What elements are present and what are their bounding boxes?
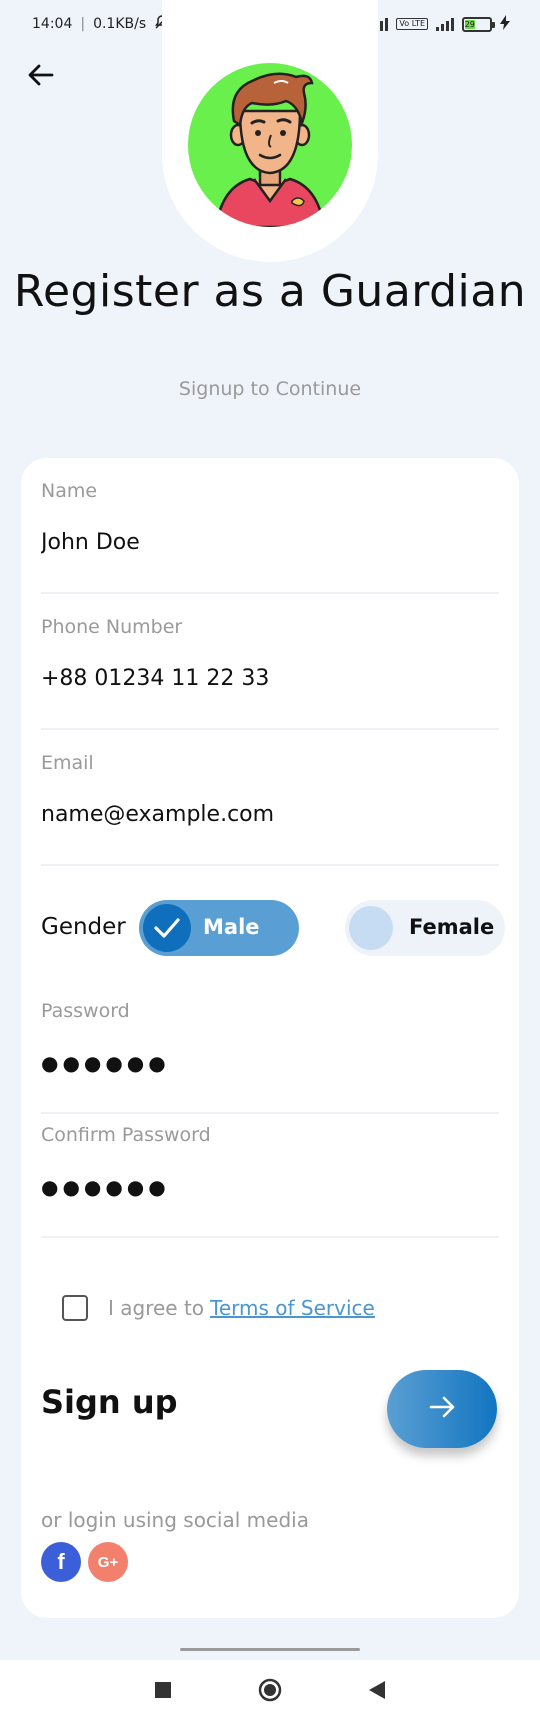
password-input[interactable]: ●●●●●● <box>41 1051 499 1075</box>
gender-male-label: Male <box>203 915 260 939</box>
phone-input[interactable] <box>41 666 499 691</box>
email-label: Email <box>41 752 94 774</box>
arrow-right-icon <box>429 1396 455 1423</box>
email-input[interactable] <box>41 802 499 827</box>
social-login-text: or login using social media <box>41 1508 309 1532</box>
avatar <box>188 63 352 227</box>
email-field[interactable]: Email <box>41 730 499 866</box>
terms-checkbox[interactable] <box>62 1295 88 1321</box>
arrow-left-icon <box>28 64 54 91</box>
password-label: Password <box>41 1000 130 1022</box>
confirm-password-underline <box>41 1236 499 1238</box>
phone-field[interactable]: Phone Number <box>41 594 499 730</box>
back-nav-button[interactable] <box>357 1672 397 1712</box>
home-button[interactable] <box>250 1672 290 1712</box>
facebook-icon: f <box>57 1549 65 1574</box>
gender-option-female[interactable]: Female <box>345 900 505 956</box>
google-plus-icon: G+ <box>97 1553 119 1571</box>
gender-selector: Gender Male Female <box>41 896 505 956</box>
registration-form-card: Name Phone Number Email Gender Male Fema… <box>21 458 519 1618</box>
terms-text: I agree to <box>108 1296 205 1320</box>
signup-title: Sign up <box>41 1383 178 1421</box>
circle-icon <box>258 1678 282 1707</box>
confirm-password-label: Confirm Password <box>41 1124 211 1146</box>
facebook-login-button[interactable]: f <box>41 1542 81 1582</box>
phone-label: Phone Number <box>41 616 183 638</box>
back-button[interactable] <box>24 60 58 94</box>
gesture-handle[interactable] <box>180 1648 360 1651</box>
email-underline <box>41 864 499 866</box>
name-field[interactable]: Name <box>41 458 499 594</box>
radio-unselected-icon <box>349 906 393 950</box>
gender-label: Gender <box>41 914 126 940</box>
battery-level: 29 <box>464 19 475 29</box>
page-title: Register as a Guardian <box>13 266 527 317</box>
password-field[interactable]: Password ●●●●●● <box>41 978 499 1114</box>
battery-icon: 29 <box>462 16 495 32</box>
gender-female-label: Female <box>409 915 495 939</box>
charging-icon <box>500 14 510 34</box>
recents-button[interactable] <box>143 1672 183 1712</box>
check-icon <box>143 904 191 952</box>
social-login-buttons: f G+ <box>41 1542 128 1582</box>
system-nav-bar <box>0 1660 540 1724</box>
signal-icon-2 <box>436 17 454 31</box>
square-icon <box>155 1681 172 1703</box>
status-time: 14:04 <box>32 16 73 32</box>
volte-icon: Vo LTE <box>396 18 428 30</box>
signup-submit-button[interactable] <box>387 1370 497 1448</box>
avatar-illustration <box>214 72 326 227</box>
network-speed: 0.1KB/s <box>93 16 147 32</box>
confirm-password-input[interactable]: ●●●●●● <box>41 1175 499 1199</box>
name-label: Name <box>41 480 98 502</box>
terms-of-service-link[interactable]: Terms of Service <box>210 1296 375 1320</box>
page-subtitle: Signup to Continue <box>178 378 362 400</box>
confirm-password-field[interactable]: Confirm Password ●●●●●● <box>41 1102 499 1238</box>
triangle-back-icon <box>368 1680 385 1704</box>
gender-option-male[interactable]: Male <box>139 900 299 956</box>
google-plus-login-button[interactable]: G+ <box>88 1542 128 1582</box>
status-separator: | <box>80 16 86 32</box>
status-right: Vo LTE 29 <box>370 14 510 34</box>
name-input[interactable] <box>41 530 499 555</box>
terms-row: I agree to Terms of Service <box>62 1286 375 1330</box>
